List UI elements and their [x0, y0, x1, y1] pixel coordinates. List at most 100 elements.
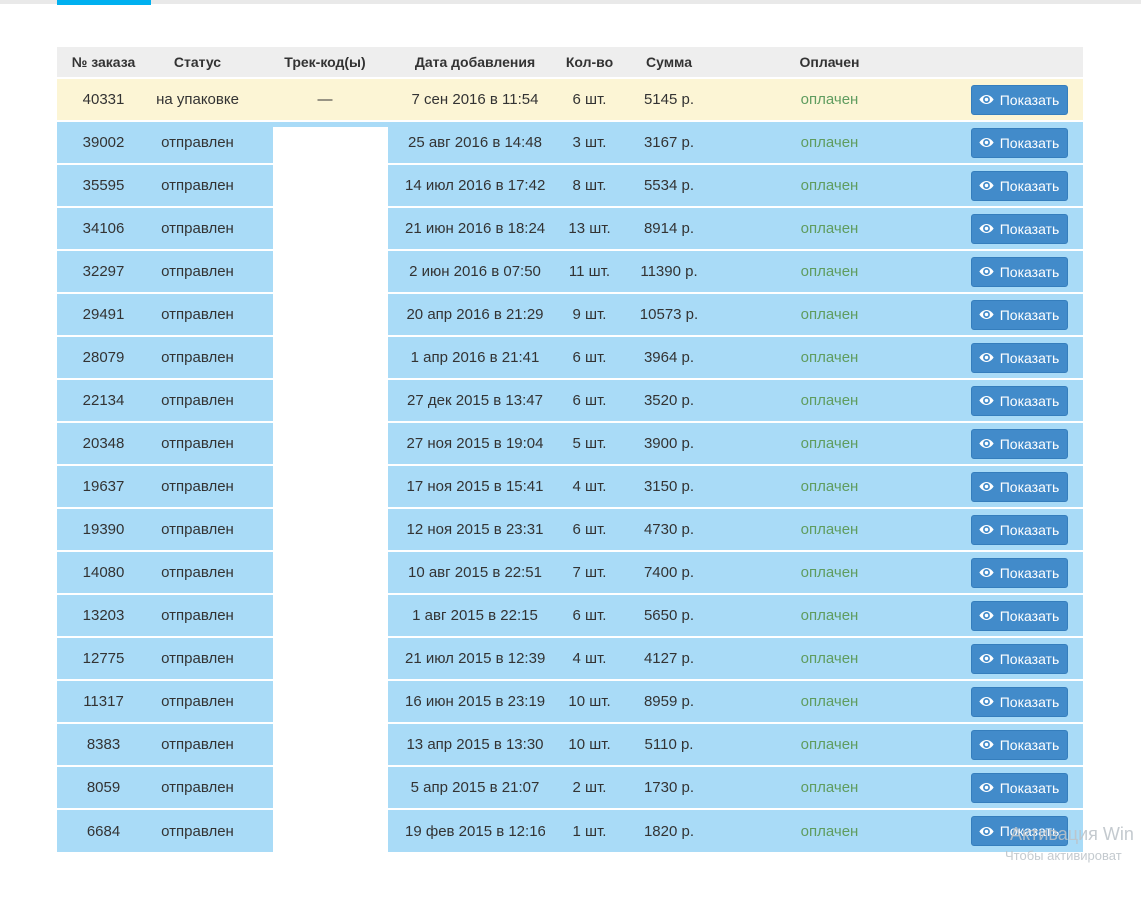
- show-order-button[interactable]: Показать: [971, 601, 1068, 631]
- eye-icon: [979, 480, 994, 493]
- date-added-cell: 19 фев 2015 в 12:16: [405, 809, 545, 852]
- order-row: 13203 отправлен 1 авг 2015 в 22:15 6 шт.…: [57, 594, 1083, 637]
- paid-status-cell: оплачен: [704, 293, 955, 336]
- order-number-cell: 34106: [57, 207, 150, 250]
- eye-icon: [979, 566, 994, 579]
- sum-cell: 8914 р.: [634, 207, 704, 250]
- action-cell: Показать: [955, 121, 1083, 164]
- order-row: 12775 отправлен 21 июл 2015 в 12:39 4 шт…: [57, 637, 1083, 680]
- quantity-cell: 8 шт.: [545, 164, 634, 207]
- date-added-cell: 14 июл 2016 в 17:42: [405, 164, 545, 207]
- eye-icon: [979, 437, 994, 450]
- show-order-button[interactable]: Показать: [971, 687, 1068, 717]
- show-button-label: Показать: [1000, 608, 1060, 624]
- paid-status-cell: оплачен: [704, 379, 955, 422]
- windows-activation-watermark-line2: Чтобы активироват: [1005, 848, 1122, 863]
- date-added-cell: 5 апр 2015 в 21:07: [405, 766, 545, 809]
- quantity-cell: 6 шт.: [545, 594, 634, 637]
- quantity-cell: 6 шт.: [545, 379, 634, 422]
- action-cell: Показать: [955, 551, 1083, 594]
- paid-status-cell: оплачен: [704, 422, 955, 465]
- show-order-button[interactable]: Показать: [971, 730, 1068, 760]
- track-code-cell: —: [245, 78, 405, 121]
- quantity-cell: 6 шт.: [545, 508, 634, 551]
- show-order-button[interactable]: Показать: [971, 644, 1068, 674]
- column-header: Трек-код(ы): [245, 47, 405, 78]
- sum-cell: 3900 р.: [634, 422, 704, 465]
- eye-icon: [979, 781, 994, 794]
- order-row: 39002 отправлен 25 авг 2016 в 14:48 3 шт…: [57, 121, 1083, 164]
- order-number-cell: 28079: [57, 336, 150, 379]
- quantity-cell: 13 шт.: [545, 207, 634, 250]
- windows-activation-watermark-line1: Активация Win: [1010, 824, 1134, 844]
- orders-table: № заказаСтатусТрек-код(ы)Дата добавления…: [57, 47, 1083, 852]
- order-row: 8383 отправлен 13 апр 2015 в 13:30 10 шт…: [57, 723, 1083, 766]
- column-header: № заказа: [57, 47, 150, 78]
- order-number-cell: 20348: [57, 422, 150, 465]
- show-order-button[interactable]: Показать: [971, 171, 1068, 201]
- show-order-button[interactable]: Показать: [971, 257, 1068, 287]
- show-order-button[interactable]: Показать: [971, 386, 1068, 416]
- show-button-label: Показать: [1000, 780, 1060, 796]
- order-row: 32297 отправлен 2 июн 2016 в 07:50 11 шт…: [57, 250, 1083, 293]
- order-row: 14080 отправлен 10 авг 2015 в 22:51 7 шт…: [57, 551, 1083, 594]
- action-cell: Показать: [955, 508, 1083, 551]
- order-status-cell: отправлен: [150, 250, 245, 293]
- show-order-button[interactable]: Показать: [971, 343, 1068, 373]
- order-status-cell: отправлен: [150, 379, 245, 422]
- date-added-cell: 1 апр 2016 в 21:41: [405, 336, 545, 379]
- show-button-label: Показать: [1000, 522, 1060, 538]
- order-status-cell: отправлен: [150, 594, 245, 637]
- column-header: Оплачен: [704, 47, 955, 78]
- action-cell: Показать: [955, 336, 1083, 379]
- orders-table-body: 40331 на упаковке — 7 сен 2016 в 11:54 6…: [57, 78, 1083, 852]
- column-header: Сумма: [634, 47, 704, 78]
- eye-icon: [979, 93, 994, 106]
- order-number-cell: 13203: [57, 594, 150, 637]
- order-status-cell: отправлен: [150, 723, 245, 766]
- order-row: 35595 отправлен 14 июл 2016 в 17:42 8 шт…: [57, 164, 1083, 207]
- show-order-button[interactable]: Показать: [971, 85, 1068, 115]
- paid-status-cell: оплачен: [704, 680, 955, 723]
- paid-status-cell: оплачен: [704, 766, 955, 809]
- action-cell: Показать: [955, 766, 1083, 809]
- show-order-button[interactable]: Показать: [971, 300, 1068, 330]
- date-added-cell: 1 авг 2015 в 22:15: [405, 594, 545, 637]
- show-order-button[interactable]: Показать: [971, 128, 1068, 158]
- order-number-cell: 29491: [57, 293, 150, 336]
- active-tab-indicator[interactable]: [57, 0, 151, 5]
- order-status-cell: отправлен: [150, 293, 245, 336]
- show-button-label: Показать: [1000, 737, 1060, 753]
- sum-cell: 3520 р.: [634, 379, 704, 422]
- quantity-cell: 9 шт.: [545, 293, 634, 336]
- show-order-button[interactable]: Показать: [971, 773, 1068, 803]
- sum-cell: 5650 р.: [634, 594, 704, 637]
- action-cell: Показать: [955, 379, 1083, 422]
- sum-cell: 3964 р.: [634, 336, 704, 379]
- date-added-cell: 25 авг 2016 в 14:48: [405, 121, 545, 164]
- order-status-cell: на упаковке: [150, 78, 245, 121]
- show-order-button[interactable]: Показать: [971, 214, 1068, 244]
- show-order-button[interactable]: Показать: [971, 429, 1068, 459]
- show-button-label: Показать: [1000, 651, 1060, 667]
- order-row: 19390 отправлен 12 ноя 2015 в 23:31 6 шт…: [57, 508, 1083, 551]
- eye-icon: [979, 308, 994, 321]
- action-cell: Показать: [955, 465, 1083, 508]
- date-added-cell: 10 авг 2015 в 22:51: [405, 551, 545, 594]
- order-row: 22134 отправлен 27 дек 2015 в 13:47 6 шт…: [57, 379, 1083, 422]
- quantity-cell: 1 шт.: [545, 809, 634, 852]
- eye-icon: [979, 825, 994, 838]
- eye-icon: [979, 394, 994, 407]
- show-order-button[interactable]: Показать: [971, 558, 1068, 588]
- sum-cell: 7400 р.: [634, 551, 704, 594]
- order-number-cell: 19390: [57, 508, 150, 551]
- show-order-button[interactable]: Показать: [971, 472, 1068, 502]
- paid-status-cell: оплачен: [704, 465, 955, 508]
- table-header-row: № заказаСтатусТрек-код(ы)Дата добавления…: [57, 47, 1083, 78]
- show-order-button[interactable]: Показать: [971, 515, 1068, 545]
- show-button-label: Показать: [1000, 92, 1060, 108]
- eye-icon: [979, 222, 994, 235]
- show-button-label: Показать: [1000, 135, 1060, 151]
- column-header: Кол-во: [545, 47, 634, 78]
- show-button-label: Показать: [1000, 393, 1060, 409]
